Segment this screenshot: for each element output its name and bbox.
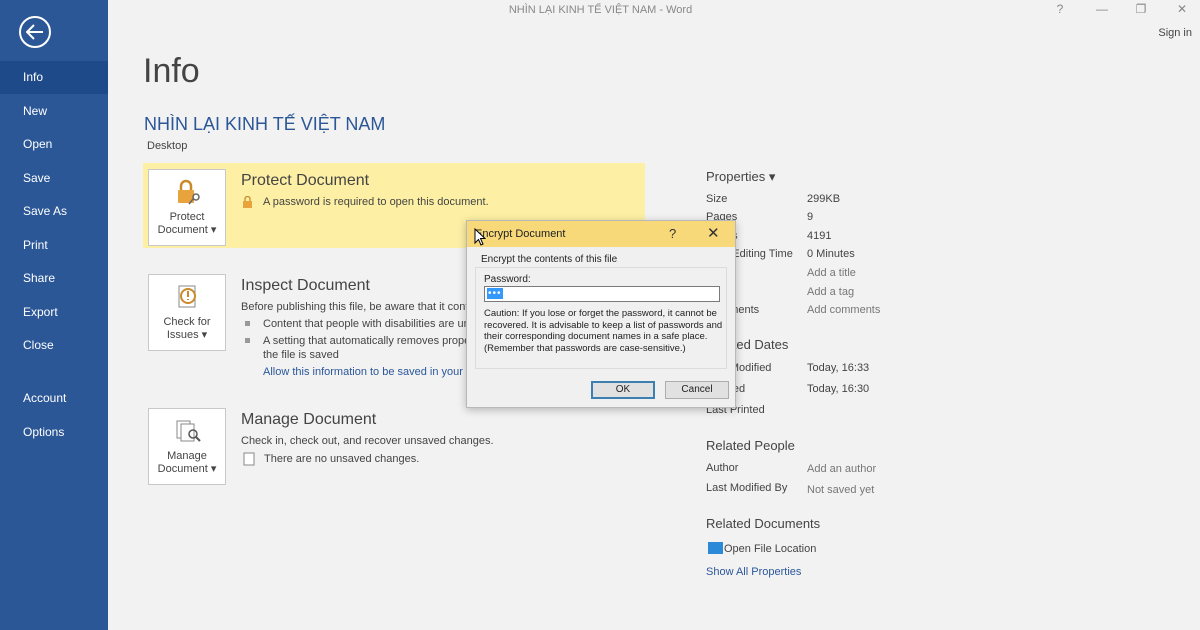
- nav-item-save[interactable]: Save: [0, 162, 108, 195]
- password-label: Password:: [484, 274, 531, 285]
- page-title: Info: [143, 52, 200, 90]
- nav-item-export[interactable]: Export: [0, 296, 108, 329]
- dialog-close-button[interactable]: ✕: [707, 224, 720, 242]
- dialog-subtitle: Encrypt the contents of this file: [481, 254, 618, 265]
- inspect-item-properties: A setting that automatically removes pro…: [263, 335, 474, 347]
- allow-save-info-link[interactable]: Allow this information to be saved in yo…: [263, 366, 472, 378]
- manage-tile-line2: Document ▾: [157, 463, 217, 475]
- nav-item-save-as[interactable]: Save As: [0, 195, 108, 228]
- prop-key-last-modified-by: Last Modified By: [706, 482, 788, 494]
- inspect-item-accessibility: Content that people with disabilities ar…: [263, 318, 476, 330]
- window-title: NHÌN LẠI KINH TẾ VIỆT NAM - Word: [508, 4, 693, 16]
- document-title: NHÌN LẠI KINH TẾ VIỆT NAM: [144, 114, 386, 134]
- case-sensitive-note: (Remember that passwords are case-sensit…: [484, 342, 686, 354]
- prop-value-pages: 9: [807, 211, 814, 223]
- dialog-title-bar[interactable]: Encrypt Document ? ✕: [467, 221, 735, 247]
- folder-icon: [708, 542, 723, 554]
- add-comments-field[interactable]: Add comments: [807, 304, 880, 316]
- add-author-field[interactable]: Add an author: [807, 463, 876, 475]
- nav-item-account[interactable]: Account: [0, 382, 108, 415]
- dialog-help-button[interactable]: ?: [669, 226, 676, 241]
- title-bar: NHÌN LẠI KINH TẾ VIỆT NAM - Word ? — ❐ ✕: [108, 0, 1200, 22]
- prop-key-author: Author: [706, 462, 739, 474]
- check-for-issues-button[interactable]: Check for Issues ▾: [148, 274, 226, 351]
- prop-value-last-modified-by: Not saved yet: [807, 484, 875, 496]
- lock-icon: [243, 196, 252, 208]
- inspect-item-properties-cont: the file is saved: [263, 349, 339, 361]
- inspect-tile-line1: Check for: [163, 316, 211, 328]
- nav-item-info[interactable]: Info: [0, 61, 108, 94]
- cancel-button[interactable]: Cancel: [665, 381, 729, 399]
- document-location: Desktop: [147, 140, 188, 152]
- add-title-field[interactable]: Add a title: [807, 267, 856, 279]
- protect-document-button[interactable]: Protect Document ▾: [148, 169, 226, 246]
- password-value: •••: [487, 288, 503, 299]
- encrypt-document-dialog: Encrypt Document ? ✕ Encrypt the content…: [466, 220, 736, 408]
- inspect-intro-text: Before publishing this file, be aware th…: [241, 301, 478, 313]
- inspect-icon: [178, 285, 196, 308]
- manage-document-title: Manage Document: [241, 411, 377, 428]
- inspect-document-title: Inspect Document: [241, 277, 370, 294]
- bullet-marker: [245, 321, 250, 326]
- protect-document-title: Protect Document: [241, 172, 370, 189]
- backstage-nav: Info New Open Save Save As Print Share E…: [0, 0, 108, 630]
- manage-description: Check in, check out, and recover unsaved…: [241, 435, 494, 447]
- show-all-properties-link[interactable]: Show All Properties: [706, 566, 801, 578]
- password-field[interactable]: •••: [484, 286, 720, 302]
- nav-item-new[interactable]: New: [0, 95, 108, 128]
- document-icon: [243, 452, 255, 466]
- nav-item-options[interactable]: Options: [0, 416, 108, 449]
- restore-button[interactable]: ❐: [1131, 2, 1151, 16]
- related-documents-heading: Related Documents: [706, 516, 821, 531]
- prop-value-last-modified: Today, 16:33: [807, 362, 870, 374]
- manage-document-icon: [176, 420, 201, 442]
- prop-value-created: Today, 16:30: [807, 383, 870, 395]
- lock-key-icon: [178, 179, 200, 205]
- add-tag-field[interactable]: Add a tag: [807, 286, 854, 298]
- ok-button[interactable]: OK: [591, 381, 655, 399]
- dialog-title: Encrypt Document: [475, 228, 566, 240]
- unsaved-changes-status: There are no unsaved changes.: [264, 453, 420, 465]
- bullet-marker: [245, 338, 250, 343]
- protect-tile-line2: Document ▾: [157, 224, 217, 236]
- properties-dropdown[interactable]: Properties ▾: [706, 169, 775, 185]
- caution-text: Caution: If you lose or forget the passw…: [484, 308, 724, 354]
- manage-tile-line1: Manage: [167, 450, 207, 462]
- related-people-heading: Related People: [706, 438, 795, 453]
- mouse-cursor-icon: [474, 228, 486, 246]
- back-arrow-icon: [26, 24, 43, 40]
- prop-value-size: 299KB: [807, 193, 841, 205]
- inspect-tile-line2: Issues ▾: [166, 329, 208, 341]
- protect-status-text: A password is required to open this docu…: [263, 196, 489, 208]
- prop-value-words: 4191: [807, 230, 832, 242]
- nav-item-share[interactable]: Share: [0, 262, 108, 295]
- nav-item-open[interactable]: Open: [0, 128, 108, 161]
- sign-in-link[interactable]: Sign in: [1158, 27, 1192, 39]
- prop-key-size: Size: [706, 193, 728, 205]
- open-file-location-link[interactable]: Open File Location: [724, 543, 816, 555]
- manage-document-button[interactable]: Manage Document ▾: [148, 408, 226, 485]
- password-group: Password: ••• Caution: If you lose or fo…: [475, 267, 727, 369]
- prop-value-editing-time: 0 Minutes: [807, 248, 855, 260]
- help-button[interactable]: ?: [1050, 2, 1070, 16]
- nav-item-close[interactable]: Close: [0, 329, 108, 362]
- nav-item-print[interactable]: Print: [0, 229, 108, 262]
- caution-message: Caution: If you lose or forget the passw…: [484, 308, 723, 342]
- protect-tile-line1: Protect: [169, 211, 205, 223]
- close-window-button[interactable]: ✕: [1172, 2, 1192, 16]
- minimize-button[interactable]: —: [1092, 2, 1112, 16]
- back-button[interactable]: [19, 16, 51, 48]
